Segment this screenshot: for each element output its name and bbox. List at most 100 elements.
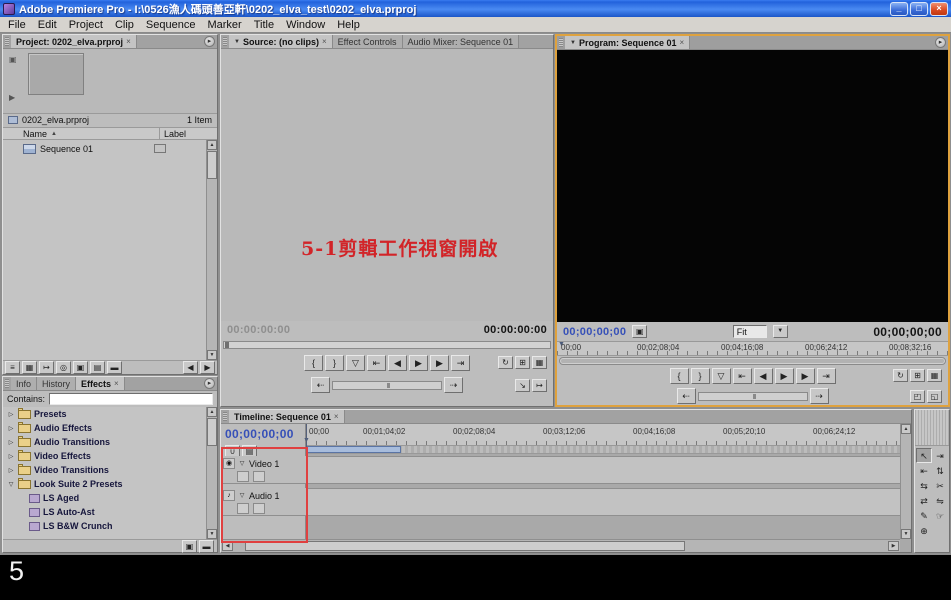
step-back-button[interactable]: ◀ <box>388 355 407 371</box>
go-to-next-edit-button[interactable]: ⇢ <box>810 388 829 404</box>
new-custom-bin-button[interactable]: ▣ <box>182 540 197 553</box>
timeline-current-timecode[interactable]: 00;00;00;00 <box>225 427 294 441</box>
work-area-bar[interactable] <box>306 446 900 454</box>
effects-folder-presets[interactable]: ▷ Presets <box>3 407 217 421</box>
twirl-closed-icon[interactable]: ▷ <box>7 453 15 460</box>
go-to-in-button[interactable]: ⇤ <box>733 368 752 384</box>
contains-input[interactable] <box>49 393 213 405</box>
program-duration-timecode[interactable]: 00;00;00;00 <box>873 325 942 339</box>
slide-tool[interactable]: ⇋ <box>932 493 948 508</box>
scroll-left-icon[interactable]: ◀ <box>222 541 233 551</box>
maximize-button[interactable]: □ <box>910 2 928 16</box>
scroll-thumb[interactable] <box>207 151 217 179</box>
loop-button[interactable]: ↻ <box>893 369 908 382</box>
tab-close-icon[interactable]: × <box>322 37 327 46</box>
slip-tool[interactable]: ⇄ <box>916 493 932 508</box>
safe-margins-button[interactable]: ⊞ <box>515 356 530 369</box>
tab-close-icon[interactable]: × <box>114 379 119 388</box>
project-vertical-scrollbar[interactable]: ▲ ▼ <box>206 140 217 360</box>
scroll-up-icon[interactable]: ▲ <box>207 407 217 417</box>
toggle-track-output-eye-icon[interactable]: ◉ <box>223 458 235 469</box>
hand-tool[interactable]: ☞ <box>932 508 948 523</box>
menu-clip[interactable]: Clip <box>109 18 140 32</box>
set-in-point-button[interactable]: { <box>304 355 323 371</box>
tab-info[interactable]: Info <box>11 377 37 390</box>
tab-source[interactable]: ▼ Source: (no clips) × <box>229 35 333 48</box>
icon-view-button[interactable]: ▦ <box>22 361 37 374</box>
scroll-down-icon[interactable]: ▼ <box>207 350 217 360</box>
zoom-tool[interactable]: ⊕ <box>916 523 932 538</box>
rate-stretch-tool[interactable]: ⇆ <box>916 478 932 493</box>
play-button[interactable]: ▶ <box>775 368 794 384</box>
menu-title[interactable]: Title <box>248 18 280 32</box>
view-area-thumb[interactable] <box>561 359 944 363</box>
tab-timeline[interactable]: Timeline: Sequence 01 × <box>229 410 345 423</box>
panel-menu-icon[interactable]: ▸ <box>204 36 215 47</box>
scroll-down-icon[interactable]: ▼ <box>207 529 217 539</box>
project-item-sequence[interactable]: Sequence 01 <box>3 142 206 156</box>
source-current-timecode[interactable]: 00:00:00:00 <box>227 324 290 336</box>
work-area-segment[interactable] <box>306 446 401 453</box>
effects-preset-ls-aged[interactable]: LS Aged <box>3 491 217 505</box>
tab-effect-controls[interactable]: Effect Controls <box>333 35 403 48</box>
overlay-button[interactable]: ↦ <box>532 379 547 392</box>
ripple-edit-tool[interactable]: ⇤ <box>916 463 932 478</box>
twirl-open-icon[interactable]: ▽ <box>238 492 246 499</box>
go-to-previous-edit-button[interactable]: ⇠ <box>311 377 330 393</box>
twirl-closed-icon[interactable]: ▷ <box>7 467 15 474</box>
zoom-dropdown-icon[interactable]: ▼ <box>773 325 788 338</box>
source-duration-timecode[interactable]: 00:00:00:00 <box>484 324 547 336</box>
timeline-playhead[interactable] <box>306 424 307 539</box>
program-current-timecode[interactable]: 00;00;00;00 <box>563 326 626 338</box>
scroll-up-icon[interactable]: ▲ <box>207 140 217 150</box>
video-track-header[interactable]: ◉ ▽ Video 1 <box>221 456 306 484</box>
set-out-point-button[interactable]: } <box>325 355 344 371</box>
loop-button[interactable]: ↻ <box>498 356 513 369</box>
track-lock-icon[interactable] <box>237 503 249 514</box>
new-item-button[interactable]: ▤ <box>90 361 105 374</box>
scroll-down-icon[interactable]: ▼ <box>901 529 911 539</box>
step-forward-button[interactable]: ▶ <box>430 355 449 371</box>
set-in-point-button[interactable]: { <box>670 368 689 384</box>
effects-folder-audio-transitions[interactable]: ▷ Audio Transitions <box>3 435 217 449</box>
jog-slider[interactable] <box>698 392 808 401</box>
set-marker-button[interactable]: ▽ <box>346 355 365 371</box>
effects-folder-video-effects[interactable]: ▷ Video Effects <box>3 449 217 463</box>
effects-preset-ls-bw[interactable]: LS B&W Crunch <box>3 519 217 533</box>
effects-folder-look-suite[interactable]: ▽ Look Suite 2 Presets <box>3 477 217 491</box>
video-track-name[interactable]: Video 1 <box>249 459 279 469</box>
menu-sequence[interactable]: Sequence <box>140 18 202 32</box>
effects-vertical-scrollbar[interactable]: ▲ ▼ <box>206 407 217 539</box>
video-track-content[interactable] <box>306 456 900 484</box>
twirl-open-icon[interactable]: ▽ <box>238 460 246 467</box>
delete-custom-item-button[interactable]: ▬ <box>199 540 214 553</box>
track-select-tool[interactable]: ⇥ <box>932 448 948 463</box>
tab-close-icon[interactable]: × <box>126 37 131 46</box>
timeline-time-ruler[interactable]: 00;00 00;01;04;02 00;02;08;04 00;03;12;0… <box>306 424 900 446</box>
scrubber-playhead[interactable] <box>225 342 229 348</box>
menu-project[interactable]: Project <box>63 18 109 32</box>
effects-folder-audio-effects[interactable]: ▷ Audio Effects <box>3 421 217 435</box>
output-button[interactable]: ▦ <box>927 369 942 382</box>
panel-menu-icon[interactable]: ▸ <box>935 37 946 48</box>
scroll-thumb[interactable] <box>207 418 217 446</box>
go-to-in-button[interactable]: ⇤ <box>367 355 386 371</box>
new-bin-button[interactable]: ▣ <box>73 361 88 374</box>
menu-file[interactable]: File <box>2 18 32 32</box>
set-out-point-button[interactable]: } <box>691 368 710 384</box>
twirl-closed-icon[interactable]: ▷ <box>7 425 15 432</box>
effects-preset-ls-auto[interactable]: LS Auto-Ast <box>3 505 217 519</box>
twirl-closed-icon[interactable]: ▷ <box>7 439 15 446</box>
timeline-vertical-scrollbar[interactable]: ▲ ▼ <box>900 424 911 539</box>
tab-program[interactable]: ▼ Program: Sequence 01 × <box>565 36 690 49</box>
safe-margins-button[interactable]: ⊞ <box>910 369 925 382</box>
program-view-area-bar[interactable] <box>559 357 946 365</box>
extract-button[interactable]: ◱ <box>927 390 942 403</box>
effects-folder-video-transitions[interactable]: ▷ Video Transitions <box>3 463 217 477</box>
column-label[interactable]: Label <box>159 128 217 139</box>
scroll-right-icon[interactable]: ▶ <box>200 361 215 374</box>
twirl-closed-icon[interactable]: ▷ <box>7 411 15 418</box>
go-to-out-button[interactable]: ⇥ <box>451 355 470 371</box>
scroll-right-icon[interactable]: ▶ <box>888 541 899 551</box>
menu-marker[interactable]: Marker <box>201 18 247 32</box>
